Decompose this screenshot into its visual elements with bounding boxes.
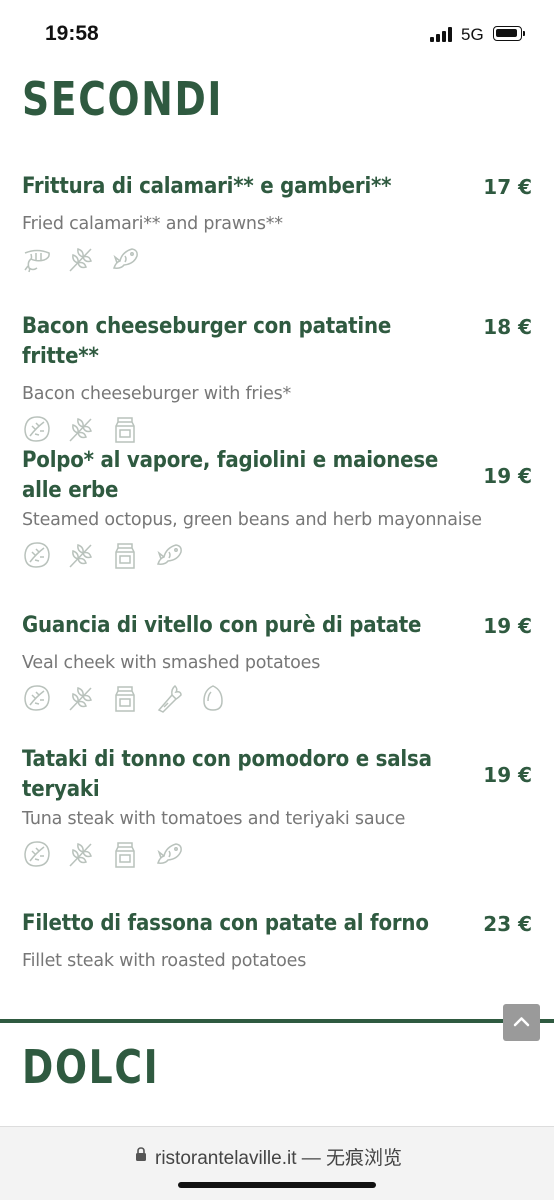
- home-indicator[interactable]: [178, 1182, 376, 1188]
- item-description: Veal cheek with smashed potatoes: [22, 653, 321, 673]
- celery-icon: [157, 685, 182, 713]
- item-price: 19 €: [483, 763, 532, 787]
- item-name: Tataki di tonno con pomodoro e salsa ter…: [22, 747, 432, 802]
- wheat-icon: [69, 418, 92, 442]
- milk-carton-icon: [115, 842, 135, 868]
- fish-icon: [113, 248, 138, 269]
- wheat-icon: [69, 544, 92, 568]
- section-title-dolci: DOLCI: [22, 1040, 160, 1094]
- item-name: Polpo* al vapore, fagiolini e maionese a…: [22, 448, 439, 503]
- allergen-icons: [22, 414, 532, 446]
- shrimp-icon: [24, 249, 50, 273]
- browser-url-bar[interactable]: ristorantelaville.it — 无痕浏览: [0, 1126, 554, 1200]
- url-text[interactable]: ristorantelaville.it — 无痕浏览: [155, 1143, 402, 1170]
- menu-item: Polpo* al vapore, fagiolini e maionese a…: [22, 446, 532, 572]
- egg-icon: [203, 685, 223, 711]
- signal-strength-icon: [430, 26, 454, 42]
- milk-carton-icon: [115, 686, 135, 712]
- milk-carton-icon: [115, 543, 135, 569]
- menu-item: Filetto di fassona con patate al forno 2…: [22, 909, 532, 973]
- nut-icon: [24, 841, 50, 867]
- battery-icon: [493, 26, 525, 41]
- item-price: 23 €: [483, 912, 532, 936]
- item-description: Fried calamari** and prawns**: [22, 214, 283, 234]
- section-title-secondi: SECONDI: [22, 72, 224, 126]
- item-price: 17 €: [483, 175, 532, 199]
- nut-icon: [24, 416, 50, 442]
- status-bar: 19:58 5G: [0, 0, 554, 60]
- nut-icon: [24, 685, 50, 711]
- item-description: Fillet steak with roasted potatoes: [22, 951, 307, 971]
- item-description: Bacon cheeseburger with fries*: [22, 384, 292, 404]
- wheat-icon: [69, 843, 92, 867]
- item-price: 18 €: [483, 315, 532, 339]
- back-to-top-button[interactable]: [503, 1004, 540, 1041]
- allergen-icons: [22, 244, 532, 276]
- network-type: 5G: [461, 25, 484, 44]
- allergen-icons: [22, 540, 532, 572]
- item-name: Frittura di calamari** e gamberi**: [22, 174, 392, 199]
- item-name: Guancia di vitello con purè di patate: [22, 613, 422, 638]
- item-price: 19 €: [483, 614, 532, 638]
- allergen-icons: [22, 683, 532, 715]
- item-price: 19 €: [483, 464, 532, 488]
- status-time: 19:58: [45, 22, 99, 45]
- milk-carton-icon: [115, 417, 135, 443]
- item-name: Bacon cheeseburger con patatine fritte**: [22, 314, 392, 369]
- wheat-icon: [69, 248, 92, 272]
- menu-item: Guancia di vitello con purè di patate 19…: [22, 611, 532, 715]
- allergen-icons: [22, 839, 532, 871]
- fish-icon: [157, 843, 182, 864]
- menu-item: Frittura di calamari** e gamberi** 17 € …: [22, 172, 532, 276]
- fish-icon: [157, 544, 182, 565]
- item-name: Filetto di fassona con patate al forno: [22, 911, 429, 936]
- item-description: Tuna steak with tomatoes and teriyaki sa…: [22, 809, 406, 829]
- item-description: Steamed octopus, green beans and herb ma…: [22, 510, 482, 530]
- section-divider: [0, 1019, 554, 1023]
- lock-icon: [136, 1147, 146, 1161]
- menu-item: Tataki di tonno con pomodoro e salsa ter…: [22, 745, 532, 871]
- nut-icon: [24, 542, 50, 568]
- wheat-icon: [69, 687, 92, 711]
- chevron-up-icon: [513, 1017, 530, 1027]
- menu-item: Bacon cheeseburger con patatine fritte**…: [22, 312, 532, 446]
